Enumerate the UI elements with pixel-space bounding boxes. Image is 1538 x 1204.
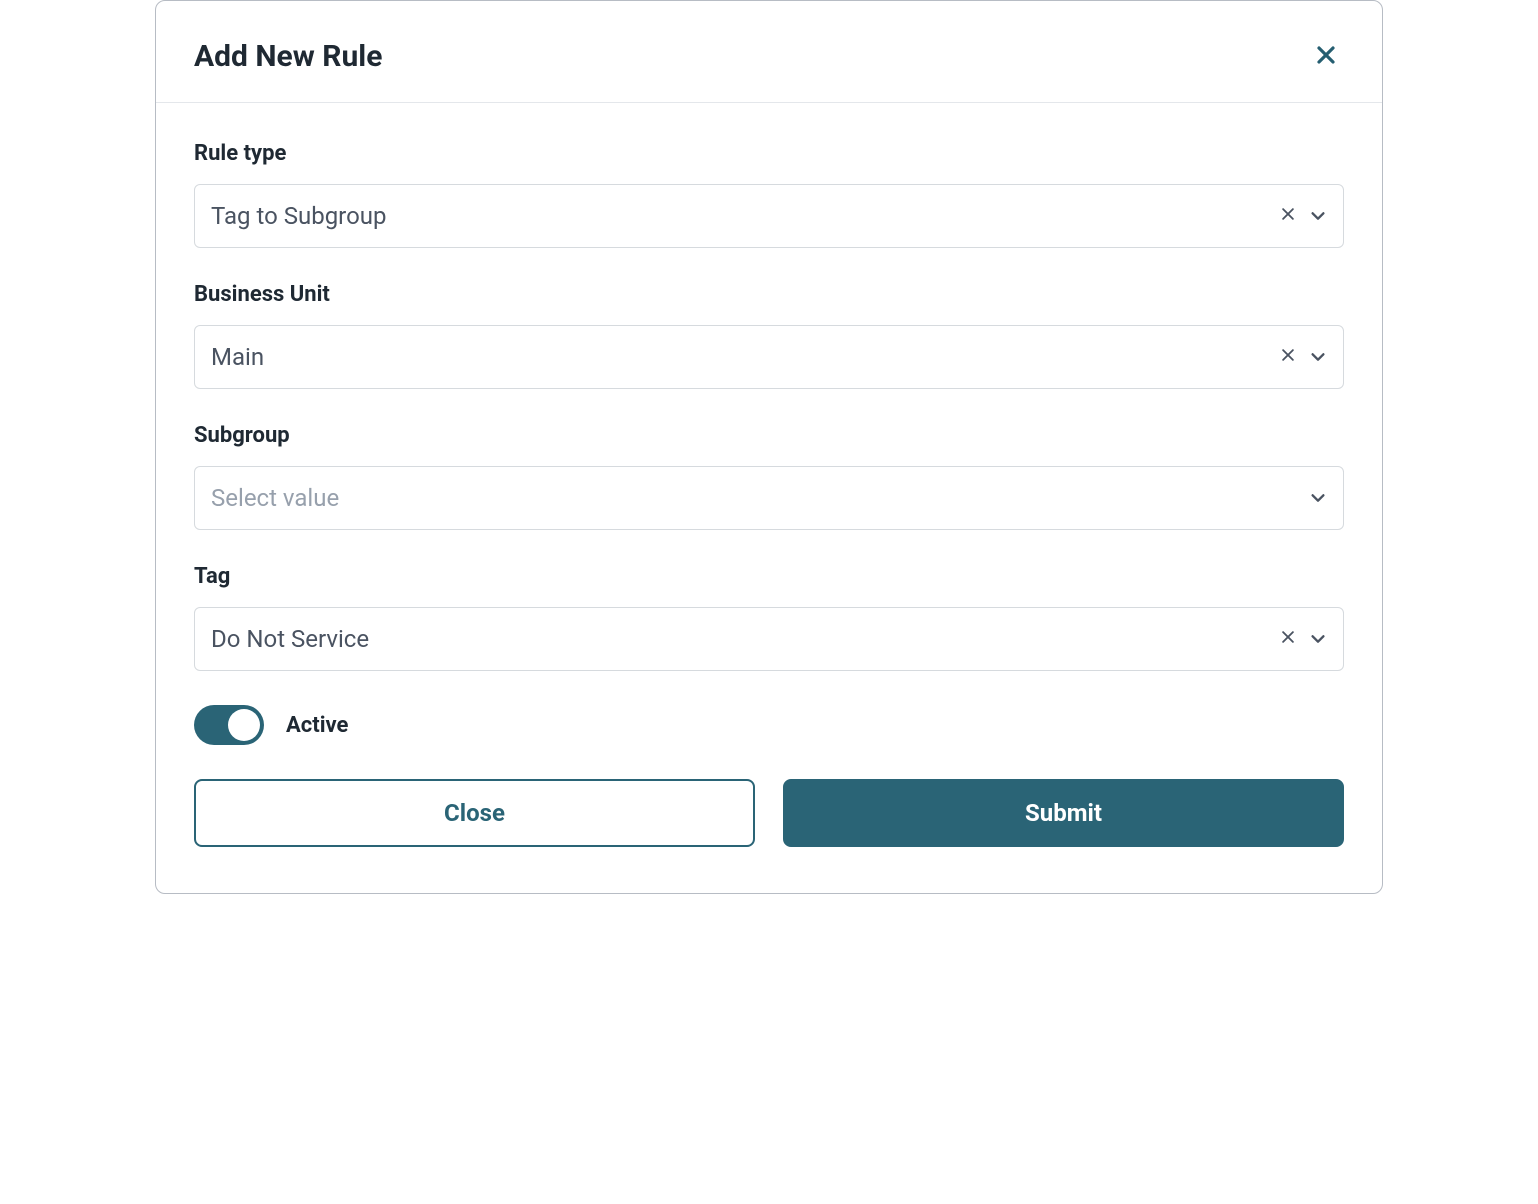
field-tag: Tag Do Not Service	[194, 564, 1344, 671]
field-rule-type: Rule type Tag to Subgroup	[194, 141, 1344, 248]
chevron-down-icon	[1309, 348, 1327, 366]
add-rule-modal: Add New Rule Rule type Tag to Subgroup	[155, 0, 1383, 894]
chevron-down-icon	[1309, 207, 1327, 225]
submit-button[interactable]: Submit	[783, 779, 1344, 847]
tag-select[interactable]: Do Not Service	[194, 607, 1344, 671]
active-toggle-label: Active	[286, 713, 348, 738]
modal-header: Add New Rule	[156, 1, 1382, 103]
chevron-down-icon	[1309, 630, 1327, 648]
business-unit-label: Business Unit	[194, 282, 1344, 307]
modal-body: Rule type Tag to Subgroup Business Unit …	[156, 103, 1382, 893]
rule-type-label: Rule type	[194, 141, 1344, 166]
subgroup-label: Subgroup	[194, 423, 1344, 448]
clear-icon[interactable]	[1277, 203, 1299, 229]
tag-value: Do Not Service	[211, 625, 1277, 653]
active-toggle-row: Active	[194, 705, 1344, 745]
clear-icon[interactable]	[1277, 344, 1299, 370]
close-icon[interactable]	[1308, 41, 1344, 73]
field-business-unit: Business Unit Main	[194, 282, 1344, 389]
subgroup-select[interactable]: Select value	[194, 466, 1344, 530]
clear-icon[interactable]	[1277, 626, 1299, 652]
close-button[interactable]: Close	[194, 779, 755, 847]
modal-footer: Close Submit	[194, 779, 1344, 873]
rule-type-value: Tag to Subgroup	[211, 202, 1277, 230]
rule-type-select[interactable]: Tag to Subgroup	[194, 184, 1344, 248]
subgroup-placeholder: Select value	[211, 484, 1309, 512]
chevron-down-icon	[1309, 489, 1327, 507]
active-toggle[interactable]	[194, 705, 264, 745]
field-subgroup: Subgroup Select value	[194, 423, 1344, 530]
business-unit-select[interactable]: Main	[194, 325, 1344, 389]
business-unit-value: Main	[211, 343, 1277, 371]
toggle-knob	[228, 709, 260, 741]
modal-title: Add New Rule	[194, 39, 382, 74]
tag-label: Tag	[194, 564, 1344, 589]
